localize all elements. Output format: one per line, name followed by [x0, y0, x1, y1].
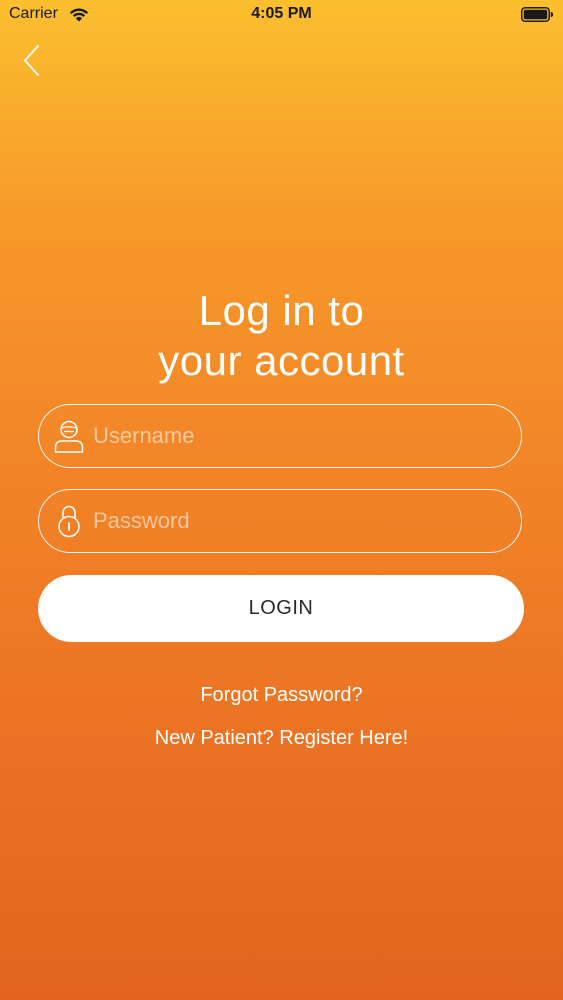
- status-bar: Carrier 4:05 PM: [0, 0, 563, 30]
- title-line-1: Log in to: [198, 287, 365, 335]
- username-input[interactable]: [93, 405, 503, 466]
- chevron-left-icon: [24, 45, 39, 76]
- status-time: 4:05 PM: [251, 5, 312, 22]
- register-link[interactable]: New Patient? Register Here!: [0, 727, 563, 750]
- password-field[interactable]: [38, 489, 522, 553]
- login-button[interactable]: LOGIN: [38, 575, 524, 642]
- back-button[interactable]: [14, 38, 54, 84]
- lock-icon: [58, 505, 80, 538]
- user-icon: [54, 420, 84, 453]
- password-input[interactable]: [93, 490, 503, 551]
- forgot-password-link[interactable]: Forgot Password?: [0, 684, 563, 707]
- page-title: Log in to your account: [0, 286, 563, 386]
- battery-full-icon: [521, 7, 553, 22]
- username-field[interactable]: [38, 404, 522, 468]
- title-line-2: your account: [158, 337, 405, 385]
